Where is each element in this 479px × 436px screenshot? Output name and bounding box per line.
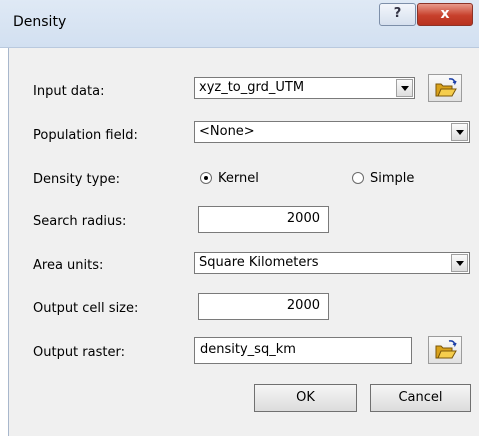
cancel-button[interactable]: Cancel — [370, 384, 471, 412]
help-button[interactable]: ? — [379, 3, 416, 26]
search-radius-label: Search radius: — [33, 214, 127, 229]
chevron-down-icon[interactable] — [396, 79, 413, 97]
open-folder-icon — [435, 78, 457, 97]
output-raster-input[interactable]: density_sq_km — [194, 337, 412, 364]
output-cell-size-label: Output cell size: — [33, 301, 139, 316]
area-units-label: Area units: — [33, 258, 104, 273]
close-button[interactable]: x — [417, 3, 473, 26]
help-icon: ? — [393, 6, 402, 21]
input-data-label: Input data: — [33, 84, 105, 99]
input-data-dropdown[interactable]: xyz_to_grd_UTM — [194, 77, 415, 99]
radio-simple[interactable] — [352, 172, 364, 184]
input-data-browse-button[interactable] — [428, 74, 462, 102]
population-field-label: Population field: — [33, 128, 138, 143]
ok-button[interactable]: OK — [254, 384, 357, 412]
chevron-down-icon[interactable] — [451, 254, 468, 272]
dialog-body — [8, 48, 479, 436]
area-units-dropdown[interactable]: Square Kilometers — [194, 252, 470, 274]
output-raster-label: Output raster: — [33, 345, 125, 360]
input-data-value: xyz_to_grd_UTM — [199, 80, 305, 95]
radio-kernel-label[interactable]: Kernel — [218, 171, 259, 186]
search-radius-input[interactable]: 2000 — [198, 206, 329, 233]
population-field-value: <None> — [199, 124, 255, 139]
density-type-label: Density type: — [33, 172, 120, 187]
output-raster-browse-button[interactable] — [428, 336, 462, 364]
output-cell-size-value: 2000 — [286, 298, 320, 313]
chevron-down-icon[interactable] — [451, 123, 468, 141]
radio-kernel[interactable] — [200, 172, 212, 184]
output-cell-size-input[interactable]: 2000 — [198, 293, 329, 320]
population-field-dropdown[interactable]: <None> — [194, 121, 470, 143]
density-dialog: Density ? x Input data: xyz_to_grd_UTM P… — [0, 0, 479, 436]
open-folder-icon — [435, 340, 457, 359]
close-icon: x — [440, 6, 450, 22]
radio-simple-label[interactable]: Simple — [370, 171, 414, 186]
output-raster-value: density_sq_km — [200, 342, 296, 357]
dialog-title: Density — [13, 14, 67, 30]
area-units-value: Square Kilometers — [199, 255, 319, 270]
title-bar[interactable]: Density ? x — [0, 0, 479, 48]
search-radius-value: 2000 — [286, 211, 320, 226]
